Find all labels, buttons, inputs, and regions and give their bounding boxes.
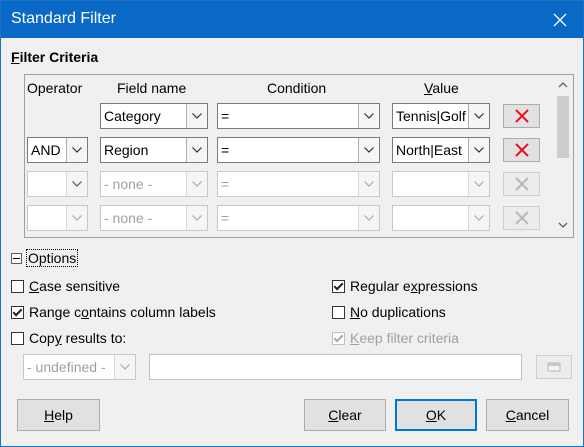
close-button[interactable] — [537, 1, 583, 38]
options-expander[interactable]: Options — [11, 249, 79, 267]
chevron-down-icon — [358, 138, 379, 162]
range-contains-labels-checkbox[interactable]: Range contains column labels — [11, 304, 216, 320]
criteria-scrollbar[interactable] — [555, 76, 571, 234]
chevron-down-icon — [114, 355, 135, 379]
window-title: Standard Filter — [11, 10, 116, 27]
field-select-3[interactable]: - none - — [100, 171, 208, 197]
checkbox-box — [332, 305, 345, 319]
value-combo-1[interactable]: Tennis|Golf — [392, 103, 490, 129]
collapse-icon — [11, 252, 22, 264]
chevron-down-icon — [468, 172, 489, 196]
scroll-down-icon[interactable] — [558, 221, 568, 229]
value-combo-3[interactable] — [392, 171, 490, 197]
delete-icon — [514, 109, 529, 123]
keep-filter-criteria-checkbox[interactable]: Keep filter criteria — [332, 330, 459, 346]
value-combo-2[interactable]: North|East — [392, 137, 490, 163]
condition-select-2[interactable]: = — [217, 137, 380, 163]
filter-criteria-panel: Operator Field name Condition Value Cate… — [24, 74, 574, 238]
options-label: Options — [26, 249, 79, 267]
checkbox-box — [11, 331, 24, 345]
chevron-down-icon — [186, 104, 207, 128]
chevron-down-icon — [358, 104, 379, 128]
chevron-down-icon — [186, 138, 207, 162]
scrollbar-thumb[interactable] — [557, 96, 569, 158]
scroll-up-icon[interactable] — [558, 81, 568, 89]
value-combo-4[interactable] — [392, 205, 490, 231]
copy-target-field[interactable] — [149, 354, 522, 380]
chevron-down-icon — [186, 206, 207, 230]
shrink-icon — [547, 362, 561, 372]
field-select-4[interactable]: - none - — [100, 205, 208, 231]
chevron-down-icon — [468, 138, 489, 162]
checkbox-box — [11, 305, 24, 319]
delete-icon — [514, 211, 529, 225]
chevron-down-icon — [66, 206, 87, 230]
delete-row-button-4[interactable] — [503, 206, 540, 230]
condition-select-4[interactable]: = — [217, 205, 380, 231]
condition-header: Condition — [267, 80, 327, 96]
delete-icon — [514, 143, 529, 157]
filter-criteria-heading: Filter Criteria — [11, 49, 99, 65]
chevron-down-icon — [358, 206, 379, 230]
checkbox-box — [11, 279, 24, 293]
copy-results-checkbox[interactable]: Copy results to: — [11, 330, 126, 346]
copy-target-select[interactable]: - undefined - — [23, 354, 136, 380]
chevron-down-icon — [468, 206, 489, 230]
chevron-down-icon — [66, 172, 87, 196]
delete-row-button-1[interactable] — [503, 104, 540, 128]
checkbox-box — [332, 279, 345, 293]
checkbox-box — [332, 331, 345, 345]
title-bar: Standard Filter — [1, 1, 583, 38]
delete-icon — [514, 177, 529, 191]
regular-expressions-checkbox[interactable]: Regular expressions — [332, 278, 478, 294]
delete-row-button-3[interactable] — [503, 172, 540, 196]
clear-button[interactable]: Clear — [304, 399, 386, 431]
no-duplications-checkbox[interactable]: No duplications — [332, 304, 446, 320]
operator-select-2[interactable]: AND — [27, 137, 88, 163]
case-sensitive-checkbox[interactable]: Case sensitive — [11, 278, 120, 294]
chevron-down-icon — [66, 138, 87, 162]
standard-filter-dialog: Standard Filter Filter Criteria Operator… — [0, 0, 584, 447]
chevron-down-icon — [358, 172, 379, 196]
operator-header: Operator — [27, 80, 83, 96]
condition-select-3[interactable]: = — [217, 171, 380, 197]
field-select-2[interactable]: Region — [100, 137, 208, 163]
operator-select-4[interactable] — [27, 205, 88, 231]
value-header: Value — [424, 80, 459, 96]
delete-row-button-2[interactable] — [503, 138, 540, 162]
shrink-button[interactable] — [536, 355, 572, 379]
chevron-down-icon — [468, 104, 489, 128]
cancel-button[interactable]: Cancel — [486, 399, 569, 431]
field-select-1[interactable]: Category — [100, 103, 208, 129]
operator-select-3[interactable] — [27, 171, 88, 197]
condition-select-1[interactable]: = — [217, 103, 380, 129]
chevron-down-icon — [186, 172, 207, 196]
help-button[interactable]: Help — [17, 399, 100, 431]
field-name-header: Field name — [117, 80, 187, 96]
close-icon — [553, 13, 567, 26]
ok-button[interactable]: OK — [395, 399, 477, 431]
